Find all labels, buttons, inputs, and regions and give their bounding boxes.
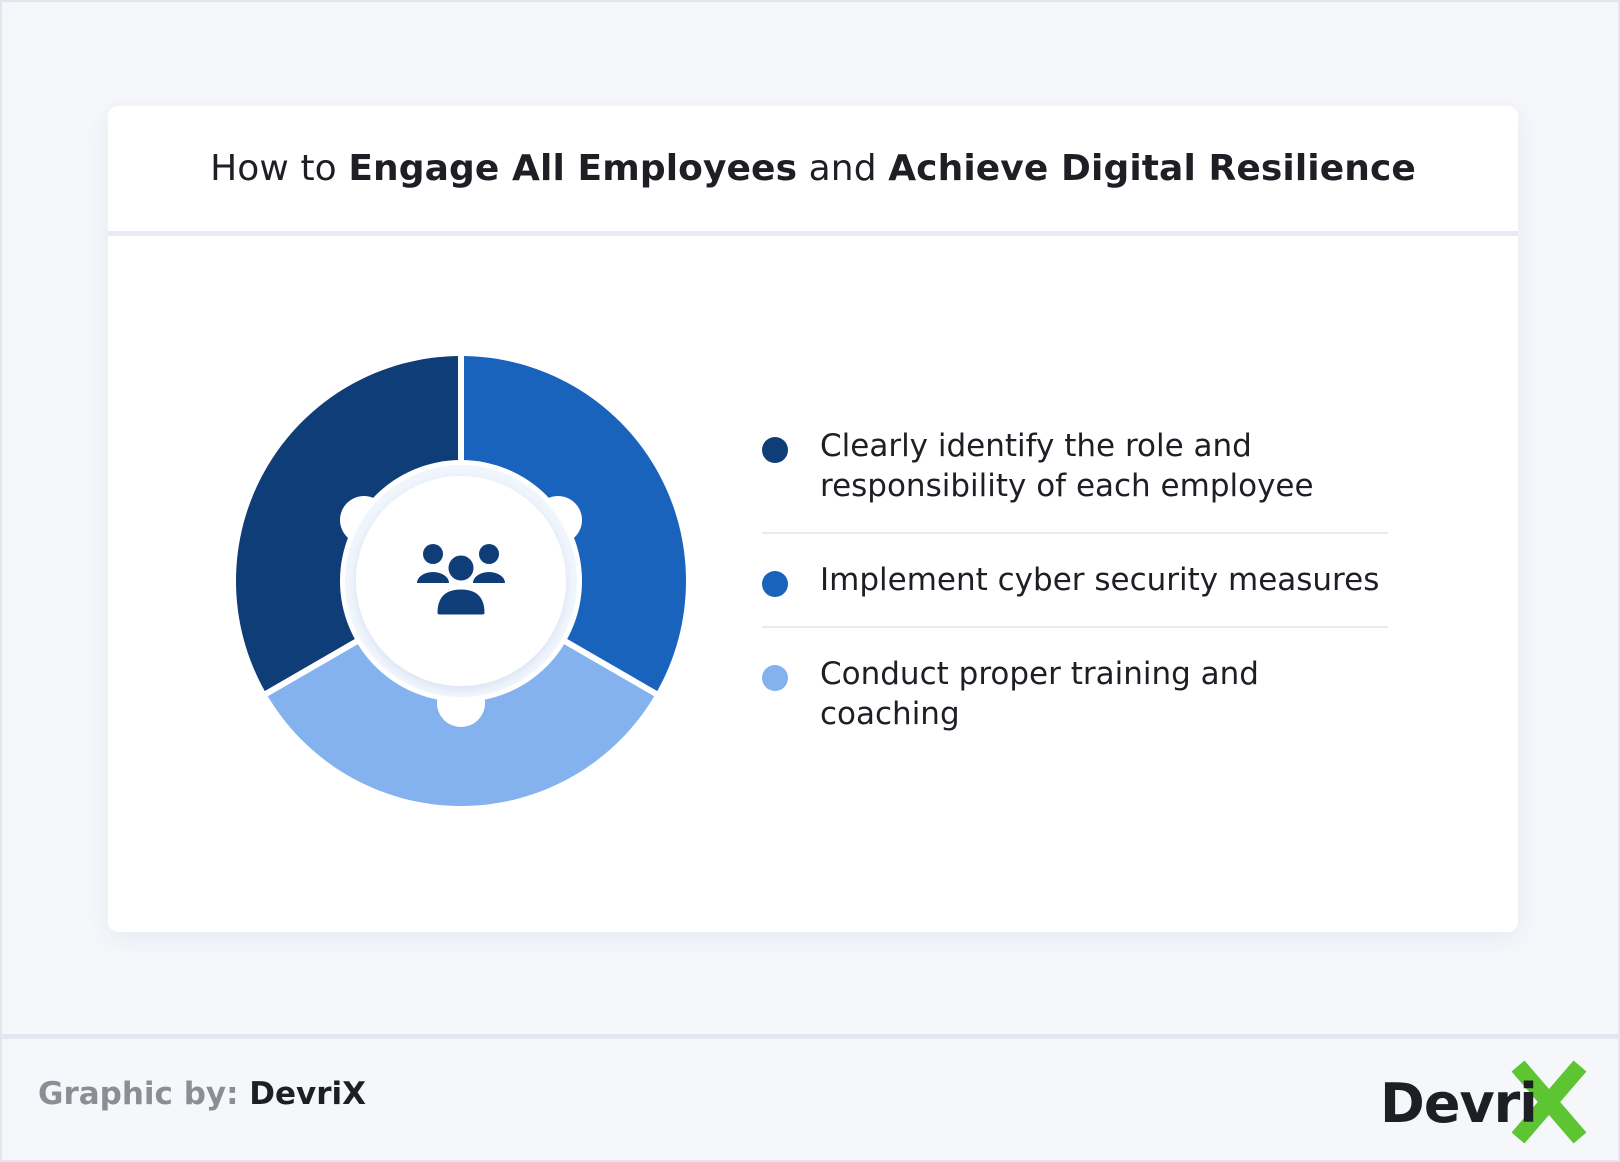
donut-diagram <box>236 356 686 806</box>
legend-label: Implement cyber security measures <box>820 562 1380 598</box>
legend-label-line-1: Clearly identify the role and <box>820 428 1252 464</box>
footer-divider <box>2 1034 1620 1039</box>
title-part-1: How to <box>210 148 349 189</box>
credit-brand: DevriX <box>249 1076 367 1112</box>
legend-dot-light-blue <box>762 665 788 691</box>
page-frame: How to Engage All Employees and Achieve … <box>0 0 1620 1162</box>
page-title: How to Engage All Employees and Achieve … <box>210 148 1416 189</box>
legend-label-line-2: responsibility of each employee <box>820 468 1314 504</box>
graphic-credit: Graphic by: DevriX <box>38 1076 366 1112</box>
title-part-3: and <box>797 148 889 189</box>
legend-dot-dark-blue <box>762 437 788 463</box>
legend-label: Clearly identify the role and responsibi… <box>820 426 1314 506</box>
legend-label: Conduct proper training and coaching <box>820 656 1259 732</box>
title-part-2: Engage All Employees <box>348 148 798 189</box>
infographic-card: How to Engage All Employees and Achieve … <box>108 106 1518 932</box>
donut-svg <box>236 356 686 806</box>
credit-prefix: Graphic by: <box>38 1076 250 1112</box>
legend-item-role: Clearly identify the role and responsibi… <box>762 426 1388 532</box>
legend: Clearly identify the role and responsibi… <box>762 426 1388 734</box>
legend-item-security: Implement cyber security measures <box>762 534 1388 626</box>
devrix-logo[interactable]: Devri <box>1380 1060 1590 1150</box>
legend-item-training: Conduct proper training and coaching <box>762 628 1388 734</box>
logo-text: Devri <box>1380 1072 1538 1135</box>
card-header: How to Engage All Employees and Achieve … <box>108 106 1518 236</box>
legend-dot-blue <box>762 571 788 597</box>
title-part-4: Achieve Digital Resilience <box>888 148 1416 189</box>
